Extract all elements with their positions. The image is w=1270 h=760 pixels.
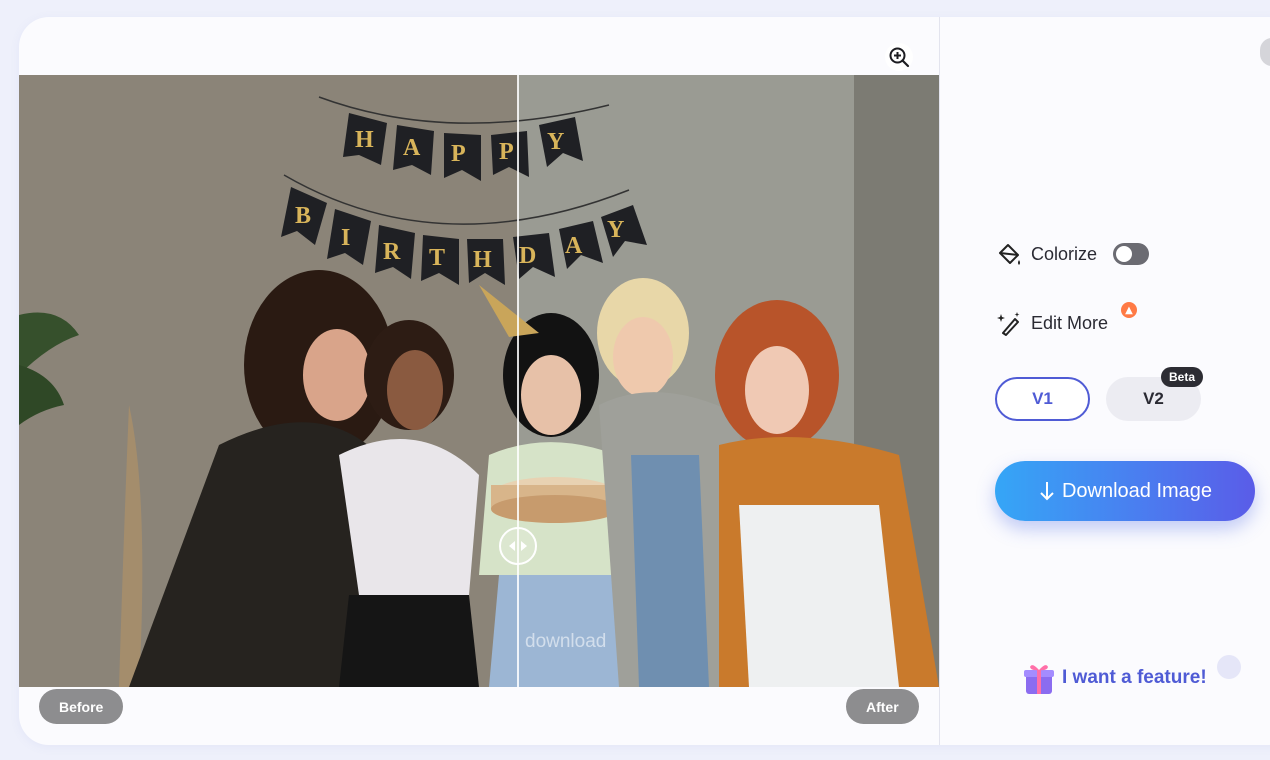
svg-text:D: D: [519, 243, 536, 269]
edit-more-label: Edit More: [1031, 312, 1109, 333]
edit-more-option[interactable]: Edit More: [995, 309, 1108, 337]
zoom-in-icon: [889, 47, 910, 68]
compare-slider-handle[interactable]: [499, 527, 537, 565]
paint-bucket-icon: [999, 244, 1020, 265]
comparison-image: HAP PY BIR THD AY download: [19, 75, 939, 687]
before-label[interactable]: Before: [39, 689, 124, 724]
svg-text:P: P: [499, 139, 514, 165]
fire-icon: ▲: [1121, 302, 1137, 318]
zoom-button[interactable]: [885, 43, 913, 71]
beta-badge: Beta: [1161, 367, 1204, 387]
download-image-button[interactable]: Download Image: [995, 461, 1255, 521]
svg-text:Y: Y: [607, 217, 624, 243]
svg-text:H: H: [355, 127, 374, 153]
party-photo: HAP PY BIR THD AY: [19, 75, 939, 687]
svg-text:B: B: [295, 203, 311, 229]
colorize-toggle[interactable]: [1113, 243, 1150, 265]
floating-dot: [1217, 655, 1241, 679]
gift-icon: [1024, 665, 1054, 694]
svg-text:P: P: [451, 141, 466, 167]
feature-request-label: I want a feature!: [1062, 667, 1207, 688]
svg-text:R: R: [383, 239, 401, 265]
main-card: HAP PY BIR THD AY download Before After: [19, 17, 1270, 745]
svg-text:A: A: [403, 135, 421, 161]
version-v1-button[interactable]: V1: [995, 377, 1090, 421]
magic-wand-icon: [997, 312, 1020, 336]
svg-text:T: T: [429, 245, 445, 271]
compare-divider-line[interactable]: [517, 75, 519, 687]
drag-arrows-icon: [509, 541, 527, 551]
svg-text:Y: Y: [547, 129, 564, 155]
panel-divider: [939, 17, 940, 745]
download-label: Download Image: [1061, 479, 1213, 502]
after-label[interactable]: After: [846, 689, 919, 724]
colorize-label: Colorize: [1031, 243, 1098, 264]
svg-text:A: A: [565, 233, 583, 259]
watermark-text: download: [525, 631, 607, 652]
svg-text:H: H: [473, 247, 492, 273]
arrow-down-icon: [1040, 482, 1054, 501]
feature-request-button[interactable]: I want a feature!: [1022, 660, 1207, 696]
colorize-option[interactable]: Colorize: [995, 240, 1150, 268]
svg-text:I: I: [341, 225, 350, 251]
